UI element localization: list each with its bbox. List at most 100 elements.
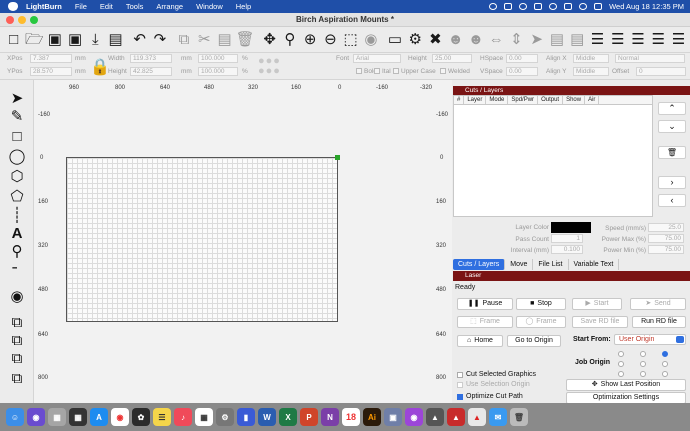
search-icon[interactable] [579, 3, 588, 10]
job-origin-radio[interactable] [662, 371, 668, 377]
status-icon[interactable] [519, 3, 528, 10]
xpos-input[interactable]: 7.387 [30, 54, 72, 63]
cut-selected-checkbox[interactable] [457, 372, 463, 378]
show-last-position-button[interactable]: ✥ Show Last Position [566, 379, 686, 391]
pentagon-icon[interactable]: ⬠ [8, 188, 26, 204]
lock-icon[interactable]: 🔒 [90, 57, 110, 77]
layer-color-swatch[interactable] [551, 222, 591, 233]
save-as-icon[interactable]: ▣ [67, 31, 84, 49]
system-settings-icon[interactable]: ⚙ [216, 408, 234, 426]
home-button[interactable]: ⌂ Home [457, 335, 503, 347]
photos-icon[interactable]: ✿ [132, 408, 150, 426]
hspace-input[interactable]: 0.00 [506, 54, 538, 63]
frame-button[interactable]: ⬚ Frame [457, 316, 513, 328]
chrome-icon[interactable]: ◉ [111, 408, 129, 426]
status-icon[interactable] [504, 3, 513, 10]
use-selection-origin-checkbox[interactable] [457, 382, 463, 388]
menu-window[interactable]: Window [196, 2, 223, 11]
vspace-input[interactable]: 0.00 [506, 67, 538, 76]
alignx-select[interactable]: Middle [573, 54, 609, 63]
pass-count-input[interactable]: 1 [551, 234, 583, 243]
undo-icon[interactable]: ↶ [131, 31, 148, 49]
job-origin-radio[interactable] [618, 371, 624, 377]
wifi-icon[interactable] [549, 3, 558, 10]
line-icon[interactable]: ┊ [8, 207, 26, 223]
calendar-grid-icon[interactable]: ▦ [195, 408, 213, 426]
maps-icon[interactable]: ▲ [447, 408, 465, 426]
edit-nodes-icon[interactable]: ✎ [8, 108, 26, 124]
paste-icon[interactable]: ▤ [216, 31, 233, 49]
tab-variable-text[interactable]: Variable Text [569, 259, 620, 270]
workspace-bed[interactable] [66, 157, 338, 322]
align-left-icon[interactable]: ☰ [589, 31, 606, 49]
redo-icon[interactable]: ↷ [151, 31, 168, 49]
width-input[interactable]: 119.373 [130, 54, 172, 63]
archive-icon[interactable]: ▮ [237, 408, 255, 426]
app-store-icon[interactable]: A [90, 408, 108, 426]
distribute-icon[interactable]: ☰ [670, 31, 687, 49]
apple-icon[interactable] [8, 2, 18, 11]
distribute-icon[interactable]: ☰ [650, 31, 667, 49]
calendar-day-icon[interactable]: 18 [342, 408, 360, 426]
status-icon[interactable] [489, 3, 498, 10]
hspace-icon[interactable]: ⇔ [488, 31, 505, 49]
parrot-icon[interactable]: ▲ [426, 408, 444, 426]
settings-gear-icon[interactable]: ⚙ [407, 31, 424, 49]
monitor-icon[interactable]: ▭ [386, 31, 403, 49]
siri-icon[interactable]: ◉ [27, 408, 45, 426]
stop-button[interactable]: ■ Stop [516, 298, 566, 310]
send-button[interactable]: ➤ Send [630, 298, 686, 310]
menu-file[interactable]: File [75, 2, 87, 11]
job-origin-radio[interactable] [618, 351, 624, 357]
align-center-icon[interactable]: ☰ [609, 31, 626, 49]
job-origin-radio[interactable] [662, 351, 668, 357]
job-origin-radio[interactable] [662, 361, 668, 367]
acrobat-icon[interactable]: ▲ [468, 408, 486, 426]
go-to-origin-button[interactable]: Go to Origin [507, 335, 561, 347]
start-from-select[interactable]: User Origin [614, 334, 686, 345]
menubar-clock[interactable]: Wed Aug 18 12:35 PM [609, 2, 684, 11]
font-select[interactable]: Arial [353, 54, 401, 63]
offset-input[interactable]: 0 [636, 67, 686, 76]
save-icon[interactable]: ▣ [46, 31, 63, 49]
tools-icon[interactable]: ✖ [427, 31, 444, 49]
group-users-icon[interactable]: ☻ [447, 31, 464, 49]
scale-height-input[interactable]: 100.000 [198, 67, 238, 76]
music-icon[interactable]: ♪ [174, 408, 192, 426]
preview-icon[interactable]: ▣ [384, 408, 402, 426]
excel-icon[interactable]: X [279, 408, 297, 426]
italic-checkbox[interactable] [374, 68, 380, 74]
mission-control-icon[interactable]: ▦ [69, 408, 87, 426]
move-layer-down-button[interactable]: ⌄ [658, 120, 686, 133]
notes-icon[interactable]: ☰ [153, 408, 171, 426]
text-height-input[interactable]: 25.00 [432, 54, 472, 63]
job-origin-radio[interactable] [640, 361, 646, 367]
finder-icon[interactable]: ☺ [6, 408, 24, 426]
menu-tools[interactable]: Tools [126, 2, 144, 11]
cuts-table-body[interactable] [453, 105, 653, 217]
illustrator-icon[interactable]: Ai [363, 408, 381, 426]
powerpoint-icon[interactable]: P [300, 408, 318, 426]
speed-input[interactable]: 25.0 [648, 223, 684, 232]
power-max-input[interactable]: 75.00 [648, 234, 684, 243]
camera-icon[interactable]: ◉ [362, 31, 379, 49]
bold-checkbox[interactable] [356, 68, 362, 74]
position-marker-icon[interactable]: ⚲ [8, 243, 26, 259]
align-right-icon[interactable]: ☰ [629, 31, 646, 49]
ypos-input[interactable]: 28.570 [30, 67, 72, 76]
boolean-union-icon[interactable]: ⧉ [8, 314, 26, 330]
boolean-intersect-icon[interactable]: ⧉ [8, 350, 26, 366]
onenote-icon[interactable]: N [321, 408, 339, 426]
job-origin-radio[interactable] [640, 371, 646, 377]
menu-edit[interactable]: Edit [100, 2, 113, 11]
tab-cuts-layers[interactable]: Cuts / Layers [453, 259, 506, 270]
mail-icon[interactable]: ✉ [489, 408, 507, 426]
control-center-icon[interactable] [594, 3, 603, 10]
upper-case-checkbox[interactable] [393, 68, 399, 74]
launchpad-icon[interactable]: ▦ [48, 408, 66, 426]
cut-icon[interactable]: ✂ [196, 31, 213, 49]
zoom-fit-icon[interactable]: ⚲ [281, 31, 298, 49]
boolean-subtract-icon[interactable]: ⧉ [8, 332, 26, 348]
expand-right-button[interactable]: › [658, 176, 686, 189]
vspace-icon[interactable]: ⇕ [508, 31, 525, 49]
